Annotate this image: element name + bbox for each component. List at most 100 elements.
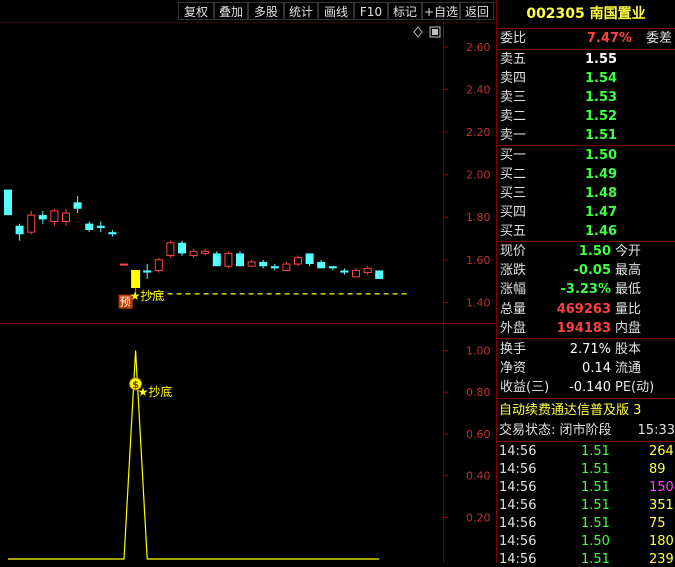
candle <box>328 266 337 271</box>
tick-time: 14:56 <box>499 444 537 459</box>
stat-value: -0.05 <box>573 263 611 279</box>
candle <box>27 210 36 235</box>
quote-stat-row: 现价 1.50 今开 <box>497 242 675 261</box>
candle <box>375 270 384 279</box>
indicator-axis-label: 0.40 <box>466 470 491 483</box>
fuquan-button[interactable]: 复权 <box>178 2 214 20</box>
candle <box>259 259 268 269</box>
chart-toolbar: 复权 叠加 多股 统计 画线 F10 标记 +自选 返回 <box>0 0 496 22</box>
sell-level-label: 卖二 <box>500 109 527 124</box>
multi-stock-button[interactable]: 多股 <box>248 2 284 20</box>
candle <box>282 261 291 271</box>
sell-level-label: 卖四 <box>500 71 527 86</box>
sell-level-row: 卖三 1.53 <box>497 88 675 107</box>
sell-level-price: 1.55 <box>585 52 618 67</box>
stat-value: 1.50 <box>578 244 611 259</box>
candle <box>352 268 360 278</box>
stat-value: 469263 <box>556 301 611 317</box>
window-icon[interactable] <box>429 26 441 38</box>
tick-row: 14:56 1.51 1504 <box>497 478 675 497</box>
quote-stat-row: 涨跌 -0.05 最高 <box>497 261 675 280</box>
stat-value: 2.71% <box>569 342 611 357</box>
candle <box>85 221 94 233</box>
add-watchlist-button[interactable]: +自选 <box>422 2 460 20</box>
sell-level-label: 卖五 <box>500 52 527 67</box>
tick-volume: 239 <box>649 552 674 563</box>
stat-label-2: 最低 <box>615 282 642 298</box>
kline-chart-area[interactable]: 2.60 2.40 2.20 2.00 1.80 1.60 1.40 1.00 0.80 0.6… <box>0 21 496 563</box>
overlay-button[interactable]: 叠加 <box>214 2 248 20</box>
candle <box>154 257 163 273</box>
sell-level-label: 卖一 <box>500 128 527 143</box>
candle <box>96 221 105 233</box>
buy-level-price: 1.46 <box>585 224 618 239</box>
candle <box>62 208 70 226</box>
f10-button[interactable]: F10 <box>354 2 388 20</box>
stat-value: -0.140 <box>569 380 611 395</box>
stock-title[interactable]: 002305 南国置业 <box>497 0 675 29</box>
draw-line-button[interactable]: 画线 <box>318 2 354 20</box>
sell-level-row: 卖五 1.55 <box>497 50 675 69</box>
stat-label-2: 内盘 <box>615 320 642 336</box>
tick-volume: 264 <box>649 444 674 459</box>
quote-stat-row: 涨幅 -3.23% 最低 <box>497 280 675 299</box>
candle <box>38 210 47 224</box>
sell-level-label: 卖三 <box>500 90 527 105</box>
weibi-value: 7.47% <box>586 31 632 46</box>
tick-volume: 75 <box>649 516 666 531</box>
trade-status-label: 交易状态: 闭市阶段 <box>499 423 612 438</box>
candle <box>15 223 24 241</box>
candle <box>189 249 198 258</box>
buy-level-price: 1.50 <box>585 148 618 163</box>
stat-label: 涨跌 <box>500 263 527 279</box>
buy-level-row: 买五 1.46 <box>497 222 675 241</box>
signal-candle-highlight <box>131 269 141 288</box>
stat-label: 现价 <box>500 244 527 259</box>
sell-level-price: 1.53 <box>585 90 618 105</box>
candle <box>212 251 221 267</box>
divider <box>497 338 675 339</box>
tick-row: 14:56 1.51 239 <box>497 550 675 563</box>
stat-label: 收益(三) <box>500 380 550 395</box>
tick-row: 14:56 1.51 75 <box>497 514 675 533</box>
tick-price: 1.51 <box>581 552 610 563</box>
divider <box>497 398 675 399</box>
buy-level-row: 买二 1.49 <box>497 165 675 184</box>
sell-level-row: 卖四 1.54 <box>497 69 675 88</box>
statistics-button[interactable]: 统计 <box>284 2 318 20</box>
tick-price: 1.50 <box>581 534 610 549</box>
back-button[interactable]: 返回 <box>460 2 494 20</box>
sell-level-price: 1.51 <box>585 128 618 143</box>
buy-level-label: 买一 <box>500 148 527 163</box>
candlestick-series <box>4 189 384 296</box>
candle <box>270 264 279 271</box>
tick-time: 14:56 <box>499 498 537 513</box>
tick-row: 14:56 1.50 180 <box>497 532 675 551</box>
tick-row: 14:56 1.51 264 <box>497 442 675 461</box>
sell-level-price: 1.54 <box>585 71 618 86</box>
tick-price: 1.51 <box>581 498 610 513</box>
tick-volume: 180 <box>649 534 674 549</box>
stat-value: 0.14 <box>582 361 611 376</box>
tick-time: 14:56 <box>499 462 537 477</box>
price-axis-label: 2.60 <box>466 41 491 54</box>
renewal-banner[interactable]: 自动续费通达信普及版 3 <box>497 401 675 420</box>
price-axis: 2.60 2.40 2.20 2.00 1.80 1.60 1.40 <box>443 41 491 309</box>
quote-stat-row: 收益(三) -0.140 PE(动) <box>497 378 675 397</box>
indicator-axis-label: 0.80 <box>466 386 491 399</box>
mark-button[interactable]: 标记 <box>388 2 422 20</box>
candle <box>143 264 152 279</box>
candle <box>236 251 244 267</box>
indicator-axis: 1.00 0.80 0.60 0.40 0.20 <box>443 345 491 524</box>
quote-stat-row: 净资 0.14 流通 <box>497 359 675 378</box>
candle <box>50 208 59 226</box>
diamond-icon[interactable] <box>413 26 423 38</box>
kline-chart-svg[interactable]: 2.60 2.40 2.20 2.00 1.80 1.60 1.40 1.00 0.80 0.6… <box>0 21 496 563</box>
weibi-row: 委比 7.47% 委差 <box>497 29 675 48</box>
tick-time: 14:56 <box>499 516 537 531</box>
weibi-label: 委比 <box>500 31 527 46</box>
tick-price: 1.51 <box>581 516 610 531</box>
banner-text[interactable]: 自动续费通达信普及版 3 <box>499 401 641 420</box>
indicator-axis-label: 0.60 <box>466 428 491 441</box>
quote-stat-row: 总量 469263 量比 <box>497 300 675 319</box>
